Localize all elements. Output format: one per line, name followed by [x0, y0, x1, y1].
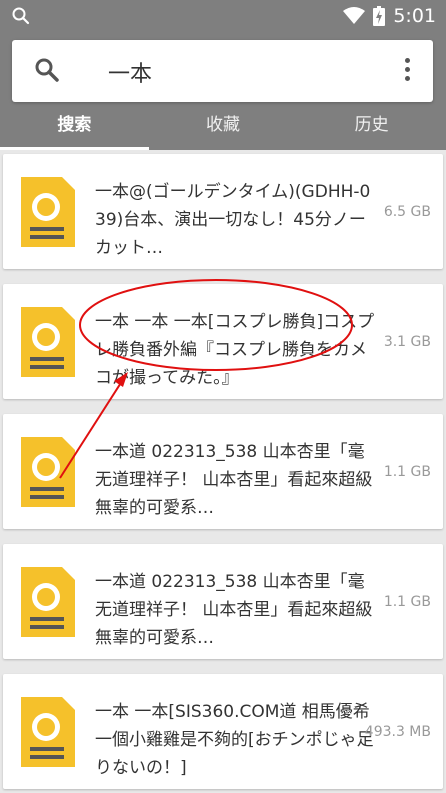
search-icon	[12, 7, 30, 25]
result-title: 一本 一本[SIS360.COM道 相馬優希 一個小雞雞是不夠的[おチンポじゃ足…	[95, 702, 374, 778]
list-item[interactable]: 一本 一本 一本[コスプレ勝負]コスプレ勝負番外編『コスプレ勝負をカメコが撮って…	[3, 284, 443, 399]
result-size: 6.5 GB	[383, 204, 431, 220]
status-bar: 5:01	[0, 0, 446, 32]
list-item[interactable]: 一本道 022313_538 山本杏里「毫无道理祥子！ 山本杏里」看起來超級無辜…	[3, 544, 443, 659]
tab-bar: 搜索 收藏 历史	[0, 104, 446, 150]
result-size: 1.1 GB	[383, 594, 431, 610]
list-item[interactable]: 一本 一本[SIS360.COM道 相馬優希 一個小雞雞是不夠的[おチンポじゃ足…	[3, 674, 443, 789]
status-time: 5:01	[393, 5, 436, 27]
battery-charging-icon	[373, 6, 386, 26]
file-icon	[21, 307, 75, 377]
result-title: 一本道 022313_538 山本杏里「毫无道理祥子！ 山本杏里」看起來超級無辜…	[95, 442, 373, 518]
result-size: 3.1 GB	[383, 334, 431, 350]
result-title: 一本 一本 一本[コスプレ勝負]コスプレ勝負番外編『コスプレ勝負をカメコが撮って…	[95, 312, 375, 388]
list-item[interactable]: 一本@(ゴールデンタイム)(GDHH-039)台本、演出一切なし！45分ノーカッ…	[3, 154, 443, 269]
file-icon	[21, 437, 75, 507]
result-title: 一本@(ゴールデンタイム)(GDHH-039)台本、演出一切なし！45分ノーカッ…	[95, 182, 371, 258]
tab-favorites[interactable]: 收藏	[149, 104, 298, 150]
result-size: 1.1 GB	[383, 464, 431, 480]
file-icon	[21, 177, 75, 247]
search-input[interactable]: 一本	[108, 56, 152, 88]
result-size: 493.3 MB	[364, 724, 431, 740]
file-icon	[21, 697, 75, 767]
search-box[interactable]: 一本	[12, 40, 433, 102]
search-icon[interactable]	[34, 57, 60, 83]
tab-history[interactable]: 历史	[297, 104, 446, 150]
more-menu-icon[interactable]	[405, 58, 411, 85]
file-icon	[21, 567, 75, 637]
list-item[interactable]: 一本道 022313_538 山本杏里「毫无道理祥子！ 山本杏里」看起來超級無辜…	[3, 414, 443, 529]
app-bar: 一本 搜索 收藏 历史	[0, 32, 446, 150]
wifi-icon	[343, 7, 366, 24]
tab-search[interactable]: 搜索	[0, 104, 149, 150]
result-title: 一本道 022313_538 山本杏里「毫无道理祥子！ 山本杏里」看起來超級無辜…	[95, 572, 373, 648]
